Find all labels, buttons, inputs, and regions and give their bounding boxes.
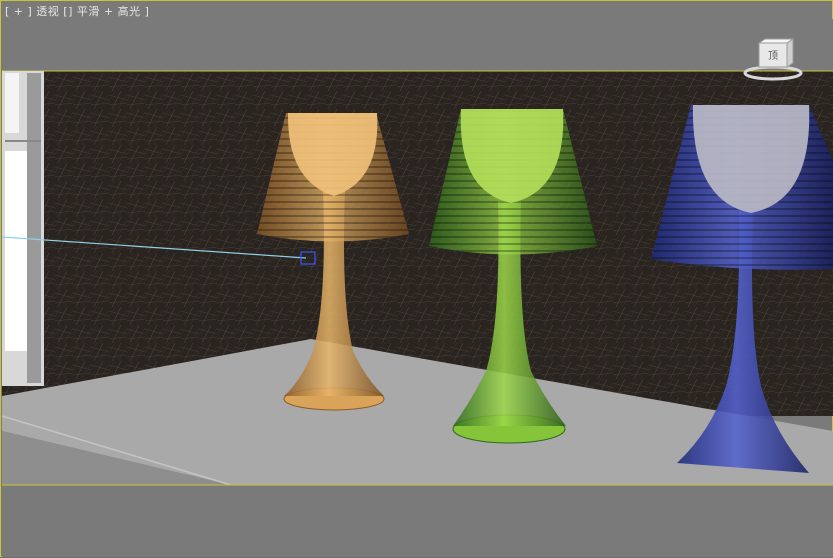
upper-background [2,19,833,71]
scene-render[interactable] [1,1,833,558]
viewcube-icon[interactable]: 顶 [743,37,803,81]
viewport-label[interactable]: [ + ] 透视 [] 平滑 + 高光 ] [5,3,149,19]
window-pane [5,151,27,351]
lower-background [2,485,833,557]
perspective-viewport[interactable]: [ + ] 透视 [] 平滑 + 高光 ] 顶 [0,0,833,557]
viewcube-face-label: 顶 [768,50,778,62]
